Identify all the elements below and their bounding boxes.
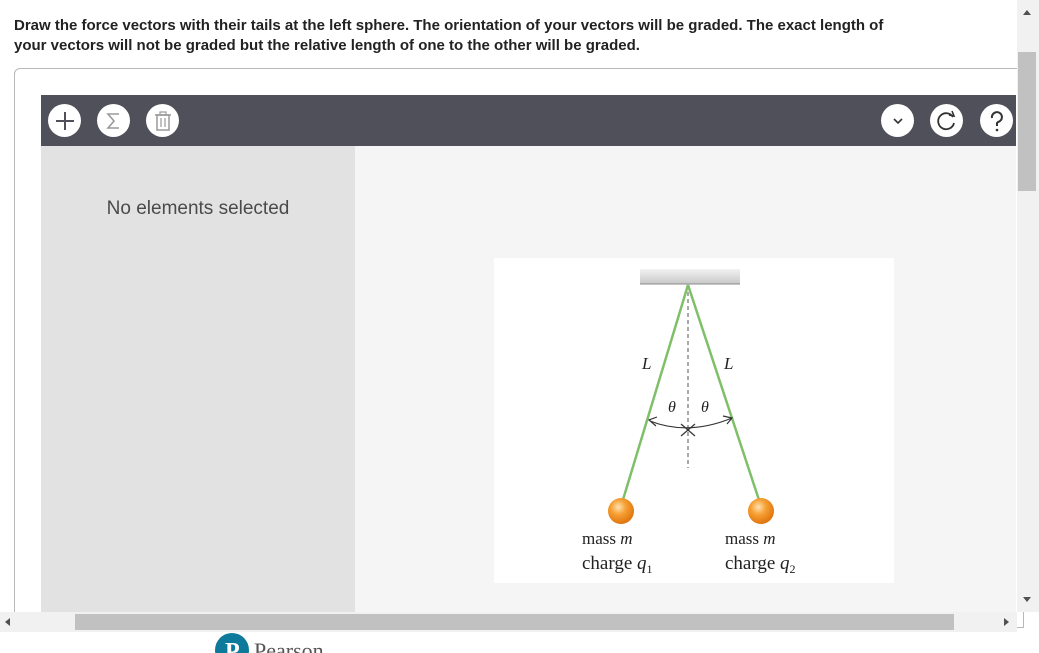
right-charge-label: charge q2 xyxy=(725,553,796,576)
add-button[interactable] xyxy=(48,104,81,137)
right-length-label: L xyxy=(723,354,733,373)
horizontal-scrollbar-thumb[interactable] xyxy=(75,614,954,630)
no-selection-message: No elements selected xyxy=(106,198,290,219)
left-string xyxy=(620,284,690,504)
vertical-scrollbar-thumb[interactable] xyxy=(1018,52,1036,191)
reset-button[interactable] xyxy=(930,104,963,137)
left-length-label: L xyxy=(641,354,651,373)
scroll-right-arrow-icon[interactable] xyxy=(1004,618,1009,626)
toolbar xyxy=(41,95,1016,146)
page: Draw the force vectors with their tails … xyxy=(0,0,1039,653)
right-mass-label: mass m xyxy=(725,529,776,548)
pendulum-figure: L L θ θ mass m charge q1 mass m charge q… xyxy=(494,258,894,583)
left-angle-label: θ xyxy=(668,399,676,416)
right-angle-label: θ xyxy=(701,399,709,416)
sigma-icon xyxy=(105,112,119,129)
properties-panel: No elements selected xyxy=(41,146,355,613)
sum-button[interactable] xyxy=(97,104,130,137)
help-button[interactable] xyxy=(980,104,1013,137)
trash-icon xyxy=(154,110,171,131)
ceiling xyxy=(640,269,740,284)
delete-button[interactable] xyxy=(146,104,179,137)
chevron-down-icon xyxy=(892,117,903,124)
pearson-logo-icon: P xyxy=(215,633,249,653)
scroll-up-arrow-icon[interactable] xyxy=(1023,10,1031,15)
angle-arc xyxy=(649,417,733,429)
plus-icon xyxy=(55,111,74,130)
left-mass-label: mass m xyxy=(582,529,633,548)
right-string xyxy=(686,284,762,504)
left-charge-label: charge q1 xyxy=(582,553,653,576)
left-sphere xyxy=(608,498,634,524)
pearson-brand-text: Pearson xyxy=(254,638,324,653)
scroll-down-arrow-icon[interactable] xyxy=(1023,597,1031,602)
instructions-text: Draw the force vectors with their tails … xyxy=(14,17,884,54)
footer: P Pearson xyxy=(214,632,414,653)
help-icon xyxy=(990,110,1003,131)
svg-text:P: P xyxy=(225,639,240,653)
pendulum-diagram: L L θ θ mass m charge q1 mass m charge q… xyxy=(582,269,796,576)
reset-icon xyxy=(936,110,955,130)
right-sphere xyxy=(748,498,774,524)
dropdown-button[interactable] xyxy=(881,104,914,137)
scroll-left-arrow-icon[interactable] xyxy=(5,618,10,626)
